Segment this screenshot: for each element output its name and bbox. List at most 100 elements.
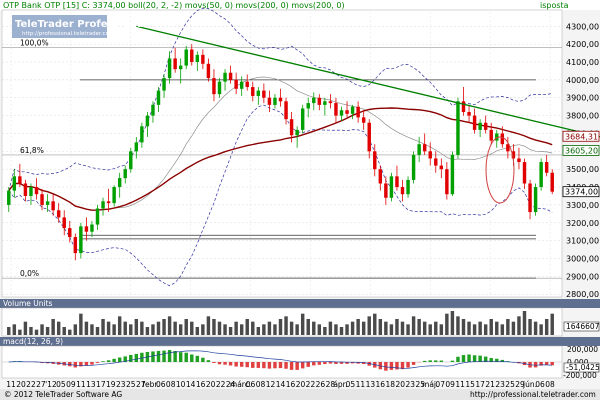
volume-bar [212, 319, 216, 335]
volume-bar [367, 316, 371, 335]
candle-body [45, 201, 50, 205]
volume-bar [23, 321, 28, 335]
time-tick-label: 19 [106, 380, 116, 389]
price-tick-label: 3100,00 [566, 237, 599, 246]
candle-body [295, 129, 299, 136]
macd-histogram-bar [389, 362, 394, 370]
time-tick-label: 16 [196, 380, 206, 389]
volume-bar [422, 321, 427, 335]
macd-histogram-bar [117, 357, 122, 362]
time-tick-label: 20 [206, 380, 216, 389]
volume-bar [12, 324, 17, 335]
macd-histogram-bar [422, 360, 427, 362]
candle-body [239, 81, 244, 89]
candle-body [450, 154, 455, 195]
time-tick-label: 11 [6, 380, 16, 389]
candle-body [79, 226, 83, 254]
price-tick-label: 3200,00 [566, 219, 599, 228]
volume-bar [95, 327, 100, 335]
volume-bar [251, 321, 255, 335]
candle-body [51, 201, 55, 211]
candle-body [106, 201, 111, 204]
candle-body [406, 179, 410, 195]
candle-body [206, 63, 211, 79]
volume-bar [456, 316, 460, 335]
candle-body [184, 49, 188, 66]
candle-body [7, 190, 11, 205]
macd-histogram-bar [195, 355, 200, 362]
price-tick-label: 3800,00 [566, 112, 599, 121]
macd-histogram-bar [467, 354, 471, 362]
time-axis: 11 20 22 27'12 05 09 11 13 17 19 23 25 27febr.06 08 10… [6, 380, 555, 389]
volume-bar [489, 319, 493, 335]
time-tick-label: 26 [316, 380, 326, 389]
price-plot-area [1, 9, 563, 298]
macd-histogram-bar [289, 362, 294, 370]
macd-histogram-bar [223, 362, 227, 365]
candle-body [167, 58, 172, 79]
volume-bar [140, 321, 144, 335]
macd-histogram-bar [228, 362, 233, 366]
candle-body [373, 151, 377, 170]
candle-body [350, 106, 355, 114]
time-tick-label: 23 [116, 380, 126, 389]
candle-body [528, 183, 532, 213]
macd-histogram-bar [184, 352, 188, 362]
macd-panel-title: macd(12, 26, 9) [3, 337, 63, 346]
macd-histogram-bar [201, 357, 205, 362]
candle-body [323, 101, 327, 105]
volume-bar [173, 321, 177, 335]
time-tick-label: 11 [76, 380, 86, 389]
volume-bar [350, 321, 355, 335]
candle-body [361, 117, 366, 123]
volume-bar [378, 319, 383, 335]
volume-bar [112, 324, 116, 335]
volume-bar [411, 316, 416, 335]
volume-bar [267, 321, 272, 335]
candle-body [284, 101, 288, 120]
footer-copyright: © 2012 TeleTrader Software AG [4, 390, 122, 399]
macd-histogram-bar [428, 360, 432, 362]
candle-body [533, 187, 538, 213]
time-tick-label: 17 [475, 380, 485, 389]
candle-body [195, 54, 200, 63]
candle-body [417, 144, 421, 155]
time-tick-label: 21 [485, 380, 495, 389]
volume-bar [395, 319, 399, 335]
candle-body [101, 201, 105, 209]
candle-body [278, 97, 283, 102]
candle-body [112, 187, 116, 204]
candle-body [356, 106, 360, 118]
macd-histogram-bar [129, 354, 133, 362]
time-tick-label: 14 [186, 380, 196, 389]
volume-bar [406, 324, 410, 335]
candle-body [217, 81, 222, 95]
volume-bar [417, 319, 421, 335]
candle-body [517, 158, 521, 163]
macd-histogram-bar [106, 360, 111, 362]
time-tick-label: 22 [216, 380, 226, 389]
candle-body [306, 103, 310, 109]
time-tick-label: 09 [66, 380, 76, 389]
macd-histogram-bar [112, 358, 116, 362]
candle-body [162, 78, 166, 91]
macd-value: -51,0425 [566, 363, 600, 372]
volume-bar [184, 319, 188, 335]
candle-body [389, 176, 394, 198]
time-tick-label: 20 [16, 380, 26, 389]
volume-bar [29, 327, 33, 335]
volume-bar [495, 321, 499, 335]
volume-bar [201, 324, 205, 335]
volume-bar [206, 316, 211, 335]
volume-bar [156, 321, 161, 335]
macd-tick-high: 200,000 [567, 345, 598, 354]
macd-histogram-bar [73, 362, 78, 368]
volume-bar [84, 321, 89, 335]
time-tick-label: 06 [246, 380, 256, 389]
time-tick-label: 23 [405, 380, 415, 389]
candle-body [289, 119, 294, 136]
candle-body [384, 183, 388, 198]
macd-histogram-bar [167, 350, 172, 362]
price-tick-label: 4000,00 [566, 76, 599, 85]
volume-bar [306, 319, 310, 335]
